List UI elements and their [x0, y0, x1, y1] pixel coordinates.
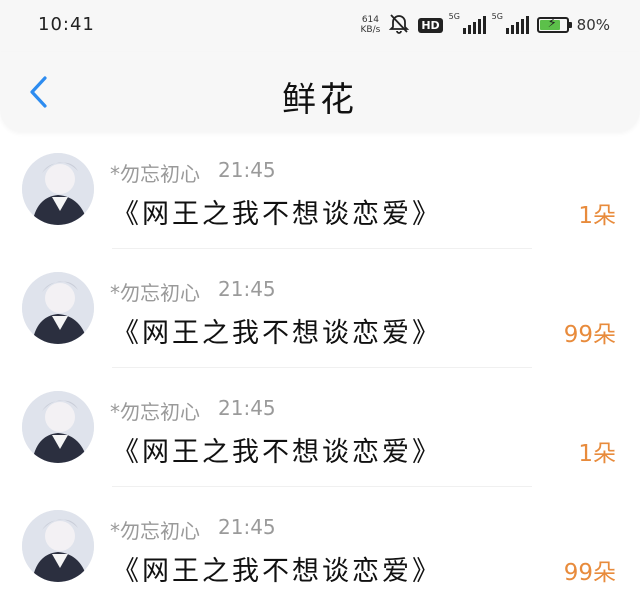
book-title: 《网王之我不想谈恋爱》 — [112, 437, 442, 468]
user-name: *勿忘初心 — [110, 400, 200, 424]
signal-icon: 5G — [449, 12, 486, 34]
list-item[interactable]: *勿忘初心 21:45 《网王之我不想谈恋爱》 1朵 — [0, 140, 640, 259]
network-speed-value: 614 — [361, 15, 379, 25]
battery-icon: ⚡ — [536, 16, 572, 33]
mute-bell-icon — [388, 12, 410, 38]
hd-badge: HD — [418, 17, 443, 33]
user-name: *勿忘初心 — [110, 281, 200, 305]
item-meta: *勿忘初心 21:45 — [110, 158, 276, 187]
sim1-label: 5G — [448, 12, 460, 21]
timestamp: 21:45 — [218, 515, 276, 539]
timestamp: 21:45 — [218, 396, 276, 420]
divider — [112, 367, 532, 368]
flower-count: 1朵 — [578, 441, 616, 467]
battery-percent: 80% — [576, 16, 610, 34]
status-bar: 10:41 614 KB/s HD 5G 5G ⚡ 80% — [0, 0, 640, 52]
sim2-label: 5G — [491, 12, 503, 21]
timestamp: 21:45 — [218, 158, 276, 182]
user-name: *勿忘初心 — [110, 519, 200, 543]
nav-bar: 鲜花 — [0, 52, 640, 132]
status-time: 10:41 — [38, 14, 95, 35]
network-speed: 614 KB/s — [361, 15, 381, 35]
page-title: 鲜花 — [282, 80, 358, 120]
divider — [112, 486, 532, 487]
flower-list: *勿忘初心 21:45 《网王之我不想谈恋爱》 1朵 *勿忘初心 21:45 《… — [0, 140, 640, 616]
avatar — [22, 272, 94, 344]
flower-count: 1朵 — [578, 203, 616, 229]
avatar — [22, 510, 94, 582]
flower-count: 99朵 — [563, 560, 616, 586]
timestamp: 21:45 — [218, 277, 276, 301]
network-speed-unit: KB/s — [360, 25, 381, 35]
item-meta: *勿忘初心 21:45 — [110, 277, 276, 306]
item-meta: *勿忘初心 21:45 — [110, 396, 276, 425]
book-title: 《网王之我不想谈恋爱》 — [112, 556, 442, 587]
avatar — [22, 391, 94, 463]
flower-count: 99朵 — [563, 322, 616, 348]
list-item[interactable]: *勿忘初心 21:45 《网王之我不想谈恋爱》 1朵 — [0, 378, 640, 497]
user-name: *勿忘初心 — [110, 162, 200, 186]
book-title: 《网王之我不想谈恋爱》 — [112, 318, 442, 349]
list-item[interactable]: *勿忘初心 21:45 《网王之我不想谈恋爱》 99朵 — [0, 497, 640, 616]
book-title: 《网王之我不想谈恋爱》 — [112, 199, 442, 230]
avatar — [22, 153, 94, 225]
status-icons: 614 KB/s HD 5G 5G ⚡ 80% — [361, 12, 611, 38]
signal-icon-2: 5G — [492, 12, 529, 34]
list-item[interactable]: *勿忘初心 21:45 《网王之我不想谈恋爱》 99朵 — [0, 259, 640, 378]
item-meta: *勿忘初心 21:45 — [110, 515, 276, 544]
divider — [112, 248, 532, 249]
charging-bolt-icon: ⚡ — [547, 16, 557, 31]
